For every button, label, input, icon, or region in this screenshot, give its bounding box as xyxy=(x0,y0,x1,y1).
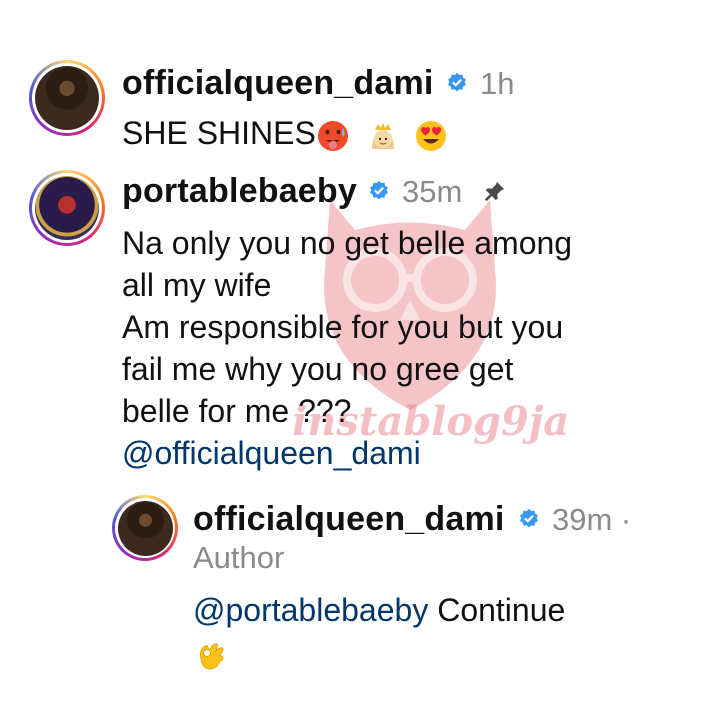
reply-text: @portablebaeby Continue xyxy=(193,589,565,631)
comments-screen: instablog9ja officialqueen_dami 1h SHE S… xyxy=(0,0,720,720)
reply-time: 39m · xyxy=(552,502,632,537)
reply-comment: officialqueen_dami 39m · Author @portabl… xyxy=(0,0,720,720)
mention-link[interactable]: @portablebaeby xyxy=(193,592,428,628)
reply-body: Continue xyxy=(428,592,566,628)
reply-username[interactable]: officialqueen_dami xyxy=(193,500,505,539)
author-label: Author xyxy=(193,540,285,575)
avatar-photo xyxy=(117,500,173,556)
avatar[interactable] xyxy=(112,495,178,561)
verified-badge-icon xyxy=(520,508,538,528)
ok-hand-emoji xyxy=(200,643,224,670)
